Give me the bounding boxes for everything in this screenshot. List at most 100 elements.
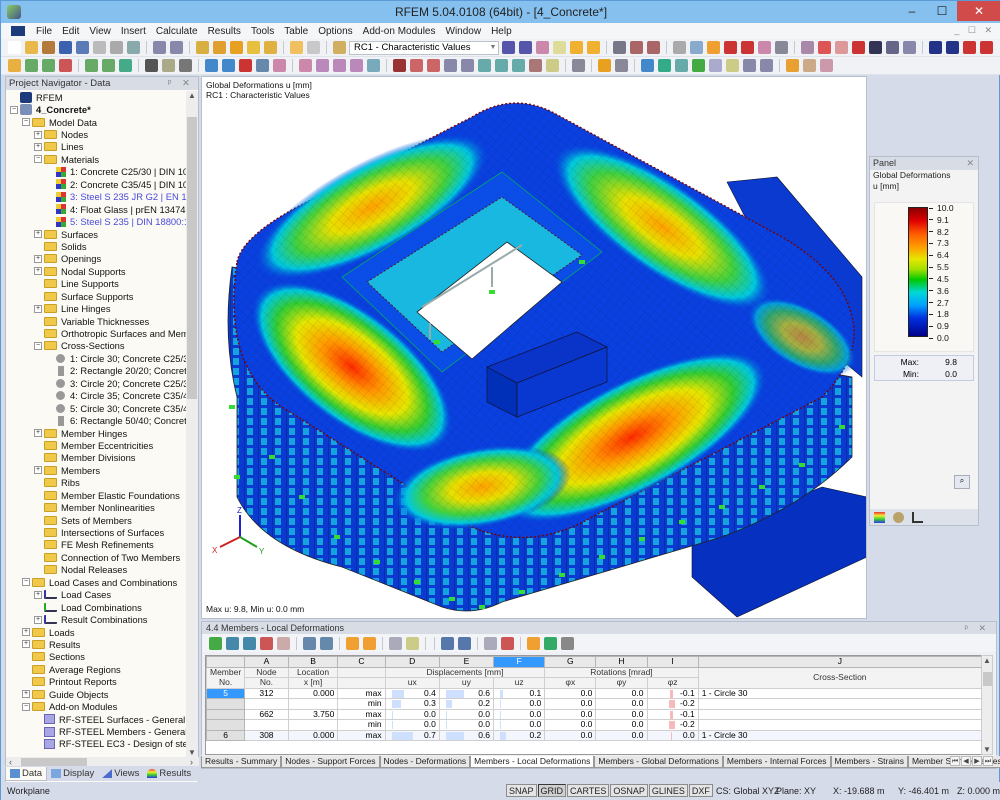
member-no-cell[interactable]: 6 [206, 729, 246, 741]
phiy-cell[interactable]: 0.0 [595, 708, 648, 720]
toolbar-tool-icon[interactable] [869, 41, 882, 54]
toolbar-tool-icon[interactable] [363, 636, 376, 650]
phix-cell[interactable]: 0.0 [544, 719, 597, 731]
tree-item[interactable]: 6: Rectangle 50/40; Concrete C [6, 414, 186, 426]
toolbar-tool-icon[interactable] [42, 59, 55, 72]
status-toggle-osnap[interactable]: OSNAP [610, 784, 648, 797]
filter-tab-icon[interactable] [912, 511, 923, 523]
toolbar-tool-icon[interactable] [546, 59, 559, 72]
node-no-cell[interactable]: 662 [244, 708, 289, 720]
column-letter-header[interactable]: B [287, 656, 339, 668]
menu-calculate[interactable]: Calculate [151, 26, 203, 37]
results-grid[interactable]: ABCDEFGHIJ Member No. Node Location Displ… [205, 655, 983, 755]
collapse-icon[interactable]: − [10, 105, 18, 114]
phiy-cell[interactable]: 0.0 [595, 698, 648, 710]
extreme-type-cell[interactable]: max [337, 729, 386, 741]
toolbar-tool-icon[interactable] [209, 636, 222, 650]
phix-cell[interactable]: 0.0 [544, 687, 597, 699]
toolbar-tool-icon[interactable] [239, 59, 252, 72]
toolbar-tool-icon[interactable] [478, 59, 491, 72]
expand-icon[interactable]: + [34, 130, 42, 139]
tree-item[interactable]: Printout Reports [6, 676, 186, 688]
expand-icon[interactable]: + [34, 429, 42, 438]
cross-section-cell[interactable]: 1 - Circle 30 [697, 687, 982, 699]
toolbar-tool-icon[interactable] [692, 59, 705, 72]
toolbar-tool-icon[interactable] [707, 41, 720, 54]
collapse-icon[interactable]: − [34, 155, 42, 164]
toolbar-tool-icon[interactable] [170, 41, 183, 54]
chevron-down-icon[interactable]: ▼ [488, 42, 498, 54]
extreme-type-cell[interactable]: min [337, 719, 386, 731]
toolbar-tool-icon[interactable] [553, 41, 566, 54]
table-row[interactable]: min 0.3 0.2 0.0 0.0 0.0 -0.2 [206, 698, 982, 710]
document-menu-icon[interactable] [11, 26, 25, 36]
toolbar-tool-icon[interactable] [775, 41, 788, 54]
tree-item[interactable]: − Load Cases and Combinations [6, 576, 186, 588]
toolbar-tool-icon[interactable] [886, 41, 899, 54]
cross-section-cell[interactable] [697, 708, 982, 720]
tree-item[interactable]: 3: Steel S 235 JR G2 | EN 10025: [6, 191, 186, 203]
toolbar-tool-icon[interactable] [59, 59, 72, 72]
phiy-cell[interactable]: 0.0 [595, 687, 648, 699]
tree-item[interactable]: 2: Concrete C35/45 | DIN 1045- [6, 178, 186, 190]
toolbar-tool-icon[interactable] [303, 636, 316, 650]
toolbar-tool-icon[interactable] [42, 41, 55, 54]
collapse-icon[interactable]: − [22, 578, 30, 587]
tree-item[interactable]: 4: Float Glass | prEN 13474-1:19 [6, 203, 186, 215]
column-letter-header[interactable]: A [244, 656, 289, 668]
expand-icon[interactable]: + [34, 466, 42, 475]
table-row[interactable]: 6 308 0.000 max 0.7 0.6 0.2 0.0 0.0 0.0 1 - Circle… [206, 729, 982, 741]
tree-item[interactable]: 1: Circle 30; Concrete C25/30 [6, 352, 186, 364]
tab-data[interactable]: Data [5, 766, 48, 781]
tree-item[interactable]: Sets of Members [6, 514, 186, 526]
tree-item[interactable]: + Line Hinges [6, 302, 186, 314]
toolbar-tool-icon[interactable] [946, 41, 959, 54]
toolbar-tool-icon[interactable] [673, 41, 686, 54]
panel-close-icon[interactable]: ✕ [966, 157, 978, 170]
phiy-cell[interactable]: 0.0 [595, 729, 648, 741]
tree-item[interactable]: + Load Cases [6, 589, 186, 601]
status-toggle-cartes[interactable]: CARTES [567, 784, 610, 797]
tree-item[interactable]: + Guide Objects [6, 688, 186, 700]
toolbar-tool-icon[interactable] [290, 41, 303, 54]
tree-item[interactable]: Ribs [6, 477, 186, 489]
color-legend[interactable]: 10.0 9.1 8.2 7.3 6.4 5.5 4.5 3.6 2.7 1.8 0.9 0.0 [874, 202, 974, 352]
toolbar-tool-icon[interactable] [406, 636, 419, 650]
scroll-up-icon[interactable]: ▲ [186, 91, 198, 100]
location-cell[interactable] [287, 719, 339, 731]
mdi-controls[interactable]: _ ☐ ✕ [954, 25, 995, 36]
member-no-cell[interactable]: 5 [206, 687, 246, 699]
cross-section-cell[interactable] [697, 698, 982, 710]
toolbar-tool-icon[interactable] [760, 59, 773, 72]
table-row[interactable]: 5 312 0.000 max 0.4 0.6 0.1 0.0 0.0 -0.1 1 - Circl… [206, 687, 982, 699]
tree-item[interactable]: + Result Combinations [6, 613, 186, 625]
phix-cell[interactable]: 0.0 [544, 708, 597, 720]
toolbar-tool-icon[interactable] [495, 59, 508, 72]
extreme-type-cell[interactable]: max [337, 687, 386, 699]
collapse-icon[interactable]: − [22, 702, 30, 711]
close-button[interactable]: ✕ [957, 1, 1000, 21]
location-cell[interactable] [287, 698, 339, 710]
phiz-cell[interactable]: -0.1 [646, 708, 699, 720]
column-letter-header[interactable]: F [493, 656, 546, 668]
toolbar-tool-icon[interactable] [527, 636, 540, 650]
uy-cell[interactable]: 0.0 [438, 719, 495, 731]
tree-item[interactable]: Surface Supports [6, 290, 186, 302]
extreme-type-cell[interactable]: max [337, 708, 386, 720]
ux-cell[interactable]: 0.7 [384, 729, 440, 741]
next-sheet-icon[interactable]: ▶ [972, 756, 982, 766]
table-row[interactable]: 662 3.750 max 0.0 0.0 0.0 0.0 0.0 -0.1 [206, 708, 982, 720]
toolbar-tool-icon[interactable] [162, 59, 175, 72]
toolbar-tool-icon[interactable] [484, 636, 497, 650]
location-cell[interactable]: 0.000 [287, 729, 339, 741]
toolbar-tool-icon[interactable] [205, 59, 218, 72]
cross-section-cell[interactable]: 1 - Circle 30 [697, 729, 982, 741]
toolbar-tool-icon[interactable] [519, 41, 532, 54]
toolbar-tool-icon[interactable] [561, 636, 574, 650]
toolbar-tool-icon[interactable] [615, 59, 628, 72]
tab-display[interactable]: Display [47, 767, 98, 781]
column-letter-header[interactable]: H [595, 656, 648, 668]
toolbar-tool-icon[interactable] [598, 59, 611, 72]
toolbar-tool-icon[interactable] [820, 59, 833, 72]
menu-tools[interactable]: Tools [246, 26, 279, 37]
